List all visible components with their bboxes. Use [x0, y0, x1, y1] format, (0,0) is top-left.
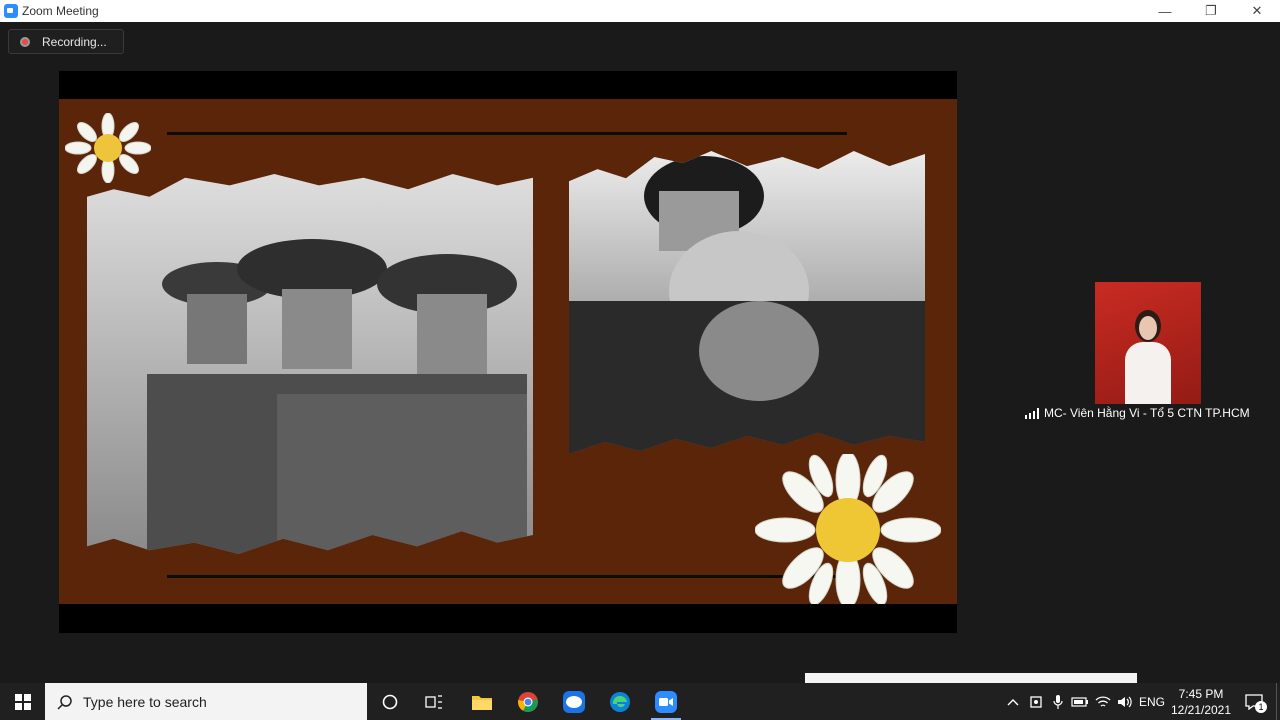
zalo-icon	[563, 690, 585, 713]
wifi-icon	[1095, 695, 1111, 707]
folder-icon	[472, 695, 492, 710]
signal-bars-icon	[1025, 407, 1039, 419]
chrome-icon	[518, 691, 538, 712]
embrace-photo	[569, 151, 925, 454]
presentation-slide	[59, 99, 957, 604]
search-placeholder: Type here to search	[83, 693, 207, 710]
input-language-button[interactable]: ENG	[1137, 683, 1167, 720]
chrome-button[interactable]	[507, 683, 549, 720]
cortana-circle-icon	[382, 694, 398, 709]
meeting-area: Recording... MC- Viên Hằng Vi - Tổ 5 CTN…	[0, 22, 1280, 683]
slide-bottom-rule	[167, 575, 847, 578]
taskbar-search[interactable]: Type here to search	[45, 683, 367, 720]
restore-button[interactable]: ❐	[1188, 0, 1234, 22]
zoom-icon	[655, 690, 677, 713]
edge-button[interactable]	[599, 683, 641, 720]
notification-count-badge: 1	[1255, 701, 1267, 713]
recording-indicator[interactable]: Recording...	[8, 29, 124, 54]
camera-icon	[1030, 695, 1042, 708]
language-label: ENG	[1138, 694, 1165, 709]
notification-popup-edge	[805, 673, 1137, 683]
zoom-taskbar-button[interactable]	[645, 683, 687, 720]
meet-now-button[interactable]	[1025, 683, 1047, 720]
windows-taskbar: Type here to search ENG 7:45 PM 12/21/20…	[0, 683, 1280, 720]
speaker-icon	[1118, 696, 1132, 707]
clock-time: 7:45 PM	[1178, 686, 1224, 701]
participant-name: MC- Viên Hằng Vi - Tổ 5 CTN TP.HCM	[1044, 406, 1250, 420]
record-dot-icon	[20, 36, 30, 47]
clock-button[interactable]: 7:45 PM 12/21/2021	[1166, 683, 1236, 720]
microphone-icon	[1053, 694, 1063, 709]
file-explorer-button[interactable]	[461, 683, 503, 720]
participant-nameplate: MC- Viên Hằng Vi - Tổ 5 CTN TP.HCM	[1022, 404, 1254, 422]
close-button[interactable]: ✕	[1234, 0, 1280, 22]
recording-label: Recording...	[42, 34, 107, 49]
battery-icon	[1071, 696, 1088, 707]
edge-icon	[610, 691, 630, 712]
show-hidden-icons-button[interactable]	[1003, 683, 1023, 720]
wifi-button[interactable]	[1092, 683, 1114, 720]
small-daisy-icon	[65, 113, 151, 183]
task-view-icon	[425, 694, 442, 709]
slide-top-rule	[167, 132, 847, 135]
window-titlebar: Zoom Meeting — ❐ ✕	[0, 0, 1280, 22]
zalo-button[interactable]	[553, 683, 595, 720]
start-button[interactable]	[0, 683, 45, 720]
search-icon	[57, 694, 72, 710]
participant-video[interactable]	[1095, 282, 1201, 420]
cortana-button[interactable]	[369, 683, 411, 720]
action-center-button[interactable]: 1	[1236, 683, 1272, 720]
battery-button[interactable]	[1069, 683, 1091, 720]
task-view-button[interactable]	[413, 683, 455, 720]
soldiers-photo	[87, 174, 533, 554]
window-controls: — ❐ ✕	[1142, 0, 1280, 22]
large-daisy-icon	[755, 454, 941, 604]
window-title: Zoom Meeting	[22, 4, 99, 18]
chevron-up-icon	[1007, 698, 1019, 705]
volume-button[interactable]	[1114, 683, 1136, 720]
windows-logo-icon	[14, 693, 31, 710]
shared-screen	[59, 71, 957, 633]
zoom-app-icon	[4, 4, 18, 18]
microphone-button[interactable]	[1047, 683, 1069, 720]
minimize-button[interactable]: —	[1142, 0, 1188, 22]
show-desktop-button[interactable]	[1276, 683, 1280, 720]
clock-date: 12/21/2021	[1170, 702, 1232, 717]
